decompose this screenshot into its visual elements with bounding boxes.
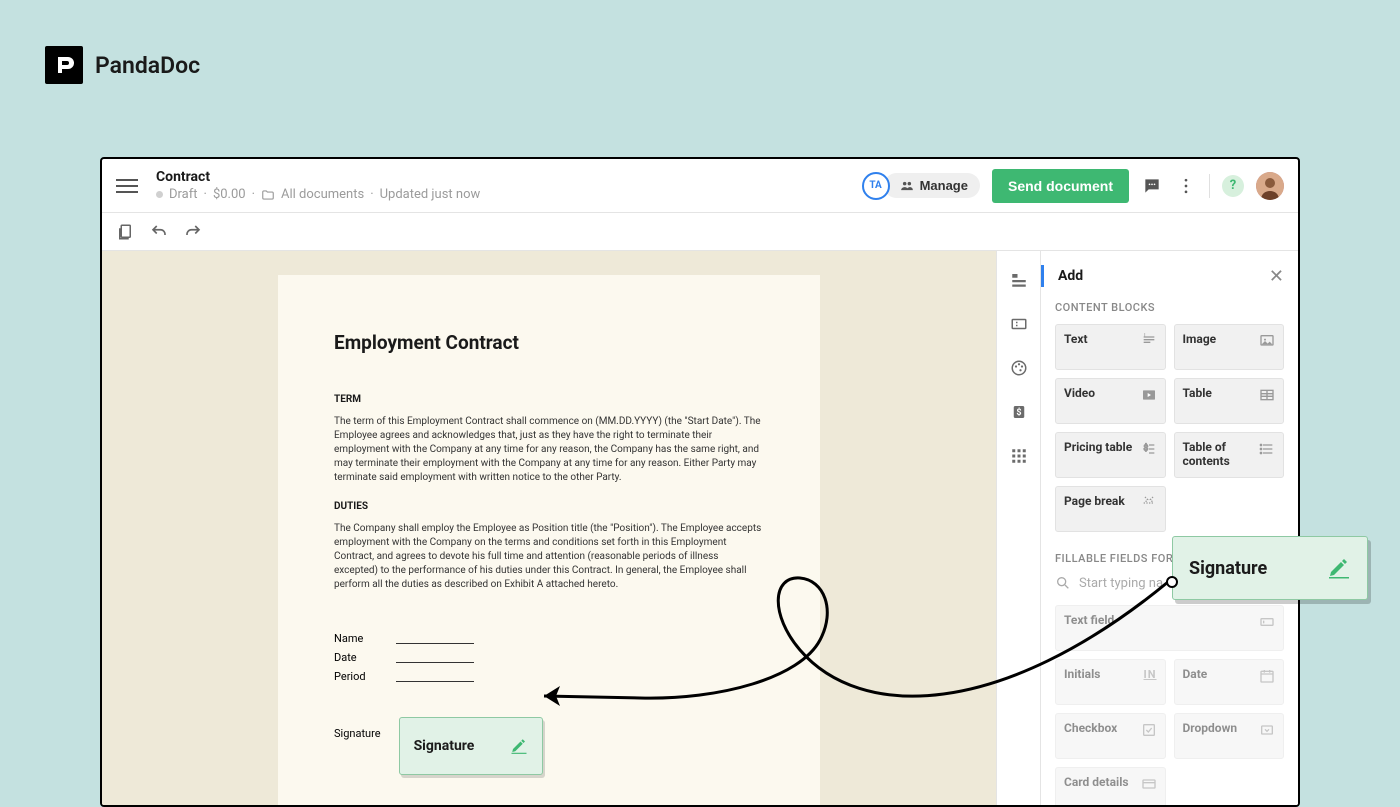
svg-text:$: $ xyxy=(1016,407,1021,418)
content-blocks-grid: TextT Image Video Table Pricing table$ T… xyxy=(1055,324,1284,532)
block-table[interactable]: Table xyxy=(1174,378,1285,424)
document-canvas[interactable]: Employment Contract TERM The term of thi… xyxy=(102,251,996,805)
field-grid: Name Date Period xyxy=(334,632,764,683)
calendar-icon xyxy=(1259,668,1275,684)
divider xyxy=(1209,174,1210,198)
signature-label: Signature xyxy=(334,717,381,740)
signature-pen-icon xyxy=(1327,556,1351,580)
signature-placeholder-label: Signature xyxy=(414,738,475,754)
brand-logo-mark xyxy=(45,46,83,84)
rail-pricing-icon[interactable]: $ xyxy=(1008,401,1030,423)
date-label: Date xyxy=(334,651,396,664)
drag-handle-icon xyxy=(1166,576,1178,588)
status-indicator-icon xyxy=(156,191,163,198)
initials-icon: IN xyxy=(1144,668,1157,681)
doc-heading: Employment Contract xyxy=(334,331,764,354)
block-page-break[interactable]: Page break xyxy=(1055,486,1166,532)
tool-rail: $ xyxy=(996,251,1040,805)
dragged-signature-card[interactable]: Signature xyxy=(1172,536,1368,600)
term-body: The term of this Employment Contract sha… xyxy=(334,415,764,485)
right-panel: Add ✕ CONTENT BLOCKS TextT Image Video T… xyxy=(1040,251,1298,805)
field-dropdown[interactable]: Dropdown xyxy=(1174,713,1285,759)
period-label: Period xyxy=(334,670,396,683)
document-title[interactable]: Contract xyxy=(156,169,480,185)
svg-text:$: $ xyxy=(1143,443,1148,452)
search-placeholder: Start typing na xyxy=(1079,576,1163,591)
block-image[interactable]: Image xyxy=(1174,324,1285,370)
field-date[interactable]: Date xyxy=(1174,659,1285,705)
period-line[interactable] xyxy=(396,670,474,682)
content-blocks-label: CONTENT BLOCKS xyxy=(1055,301,1284,314)
duties-body: The Company shall employ the Employee as… xyxy=(334,522,764,592)
text-field-icon xyxy=(1259,614,1275,630)
dragged-signature-label: Signature xyxy=(1189,558,1267,579)
brand-name: PandaDoc xyxy=(95,52,200,79)
app-window: Contract Draft · $0.00 · All documents ·… xyxy=(100,157,1300,807)
panel-title: Add xyxy=(1041,265,1083,287)
text-icon: T xyxy=(1141,333,1157,349)
main-area: Employment Contract TERM The term of thi… xyxy=(102,251,1298,805)
header-bar: Contract Draft · $0.00 · All documents ·… xyxy=(102,159,1298,213)
redo-icon[interactable] xyxy=(184,223,202,241)
name-line[interactable] xyxy=(396,632,474,644)
field-initials[interactable]: InitialsIN xyxy=(1055,659,1166,705)
field-text[interactable]: Text field xyxy=(1055,605,1284,651)
duties-heading: DUTIES xyxy=(334,501,764,512)
document-page[interactable]: Employment Contract TERM The term of thi… xyxy=(278,275,820,805)
manage-button[interactable]: Manage xyxy=(884,173,980,198)
block-pricing-table[interactable]: Pricing table$ xyxy=(1055,432,1166,478)
search-icon xyxy=(1055,575,1071,591)
folder-icon xyxy=(261,188,275,202)
video-icon xyxy=(1141,387,1157,403)
user-avatar[interactable] xyxy=(1256,172,1284,200)
name-label: Name xyxy=(334,632,396,645)
manage-label: Manage xyxy=(920,178,968,193)
date-line[interactable] xyxy=(396,651,474,663)
rail-variables-icon[interactable] xyxy=(1008,313,1030,335)
collab-avatar[interactable]: TA xyxy=(862,172,890,200)
field-card-details[interactable]: Card details xyxy=(1055,767,1166,805)
chat-icon[interactable] xyxy=(1141,175,1163,197)
fillable-fields-grid: Text field InitialsIN Date Checkbox Drop… xyxy=(1055,605,1284,805)
amount-text: $0.00 xyxy=(213,187,246,202)
card-icon xyxy=(1141,776,1157,792)
brand-logo: PandaDoc xyxy=(45,46,200,84)
kebab-menu-icon[interactable] xyxy=(1175,175,1197,197)
block-video[interactable]: Video xyxy=(1055,378,1166,424)
term-heading: TERM xyxy=(334,394,764,405)
rail-apps-icon[interactable] xyxy=(1008,445,1030,467)
signature-pen-icon xyxy=(510,737,528,755)
breadcrumb: Draft · $0.00 · All documents · Updated … xyxy=(156,187,480,202)
checkbox-icon xyxy=(1141,722,1157,738)
undo-icon[interactable] xyxy=(150,223,168,241)
rail-design-icon[interactable] xyxy=(1008,357,1030,379)
pricing-table-icon: $ xyxy=(1141,441,1157,457)
updated-text: Updated just now xyxy=(380,187,481,202)
toc-icon xyxy=(1259,441,1275,457)
dropdown-icon xyxy=(1259,722,1275,738)
hamburger-menu-icon[interactable] xyxy=(116,175,138,197)
field-checkbox[interactable]: Checkbox xyxy=(1055,713,1166,759)
table-icon xyxy=(1259,387,1275,403)
block-text[interactable]: TextT xyxy=(1055,324,1166,370)
help-button[interactable]: ? xyxy=(1222,175,1244,197)
toolbar xyxy=(102,213,1298,251)
page-break-icon xyxy=(1141,495,1157,511)
signature-drop-target[interactable]: Signature xyxy=(399,717,543,775)
duplicate-page-icon[interactable] xyxy=(116,223,134,241)
status-text: Draft xyxy=(169,187,198,202)
send-document-button[interactable]: Send document xyxy=(992,169,1129,203)
collaborators: TA Manage xyxy=(862,172,980,200)
image-icon xyxy=(1259,333,1275,349)
close-panel-icon[interactable]: ✕ xyxy=(1269,266,1284,287)
block-toc[interactable]: Table of contents xyxy=(1174,432,1285,478)
folder-name[interactable]: All documents xyxy=(281,187,364,202)
rail-content-icon[interactable] xyxy=(1008,269,1030,291)
title-block: Contract Draft · $0.00 · All documents ·… xyxy=(156,169,480,202)
svg-text:T: T xyxy=(1143,333,1147,338)
